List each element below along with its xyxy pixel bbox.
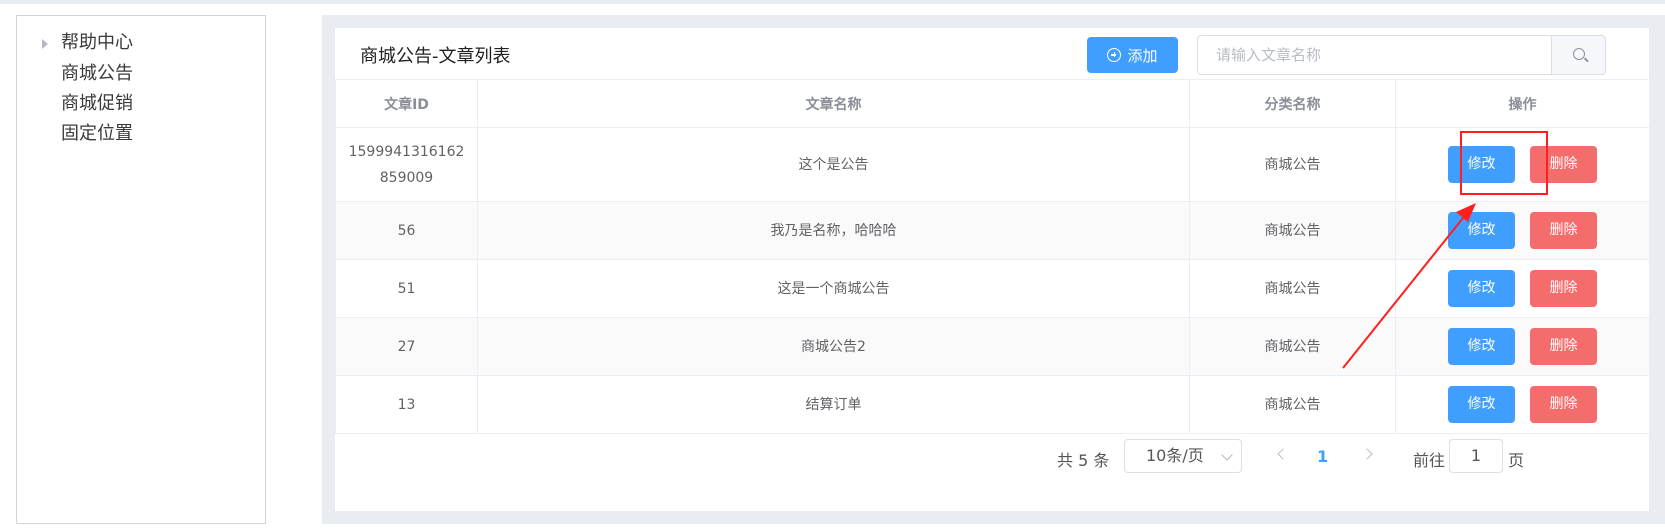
annotation-arrow-head [1456,203,1476,222]
annotation-arrow-line [1342,212,1468,369]
annotation-arrow [1342,203,1476,369]
